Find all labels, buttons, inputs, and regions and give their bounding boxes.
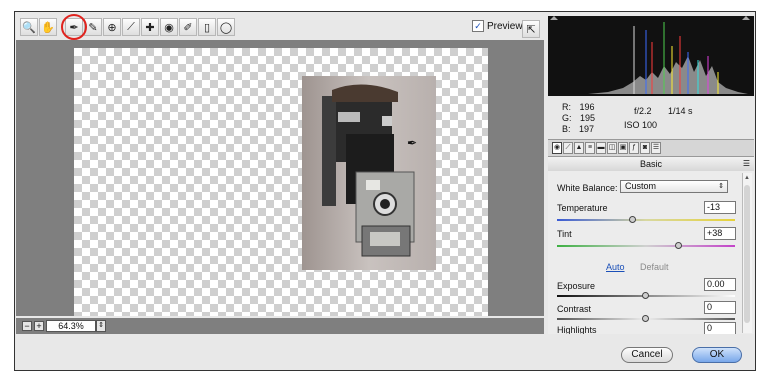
tint-slider[interactable] xyxy=(557,242,735,249)
tab-lens-corrections-icon[interactable]: ◫ xyxy=(607,142,617,154)
zoom-dropdown-icon[interactable]: ⇕ xyxy=(96,320,106,332)
histogram xyxy=(548,16,754,96)
panel-menu-icon[interactable]: ☰ xyxy=(743,157,750,171)
g-label: G: xyxy=(562,113,572,123)
zoom-out-button[interactable]: − xyxy=(22,321,32,331)
temperature-label: Temperature xyxy=(557,203,608,213)
temperature-slider[interactable] xyxy=(557,216,735,223)
preview-label: Preview xyxy=(487,20,523,32)
default-link[interactable]: Default xyxy=(640,262,669,272)
tab-tone-curve-icon[interactable]: ⟋ xyxy=(563,142,573,154)
tab-camera-calibration-icon[interactable]: ◙ xyxy=(640,142,650,154)
zoom-tool-icon[interactable]: 🔍 xyxy=(20,18,38,36)
contrast-label: Contrast xyxy=(557,304,592,314)
tool-bar: 🔍 ✋ ✒ ✎ ⊕ ⟋ ✚ ◉ ✐ ▯ ◯ xyxy=(16,14,544,40)
select-arrows-icon: ⇕ xyxy=(718,183,724,190)
eyedropper-cursor-icon: ✒ xyxy=(407,136,418,150)
contrast-slider-thumb[interactable] xyxy=(642,315,649,322)
exposure-slider-thumb[interactable] xyxy=(642,292,649,299)
panel-scrollbar[interactable]: ▲ xyxy=(742,173,752,333)
highlight-circle-icon xyxy=(61,14,87,40)
b-label: B: xyxy=(562,124,571,134)
red-eye-icon[interactable]: ◉ xyxy=(160,18,178,36)
zoom-in-button[interactable]: + xyxy=(34,321,44,331)
fullscreen-toggle-icon[interactable]: ⇱ xyxy=(522,20,540,38)
iso: ISO 100 xyxy=(624,120,658,130)
temperature-field[interactable]: -13 xyxy=(704,201,736,214)
camera-photo xyxy=(302,76,436,270)
aperture: f/2.2 xyxy=(634,106,652,116)
r-value: 196 xyxy=(579,102,595,112)
panel-title: Basic ☰ xyxy=(548,157,754,172)
tint-label: Tint xyxy=(557,229,572,239)
highlights-label: Highlights xyxy=(557,325,597,334)
exposure-field[interactable]: 0.00 xyxy=(704,278,736,291)
tab-effects-icon[interactable]: ▣ xyxy=(618,142,628,154)
temperature-slider-thumb[interactable] xyxy=(629,216,636,223)
b-value: 197 xyxy=(579,124,595,134)
spot-removal-icon[interactable]: ✚ xyxy=(141,18,159,36)
contrast-slider[interactable] xyxy=(557,315,735,322)
contrast-field[interactable]: 0 xyxy=(704,301,736,314)
ok-button[interactable]: OK xyxy=(692,347,742,363)
graduated-filter-icon[interactable]: ▯ xyxy=(198,18,216,36)
tab-fx-icon[interactable]: ƒ xyxy=(629,142,639,154)
tint-slider-thumb[interactable] xyxy=(675,242,682,249)
white-balance-label: White Balance: xyxy=(557,183,618,193)
zoom-bar: − + 64.3% ⇕ xyxy=(16,318,544,334)
tab-presets-icon[interactable]: ☰ xyxy=(651,142,661,154)
hand-tool-icon[interactable]: ✋ xyxy=(39,18,57,36)
zoom-level-field[interactable]: 64.3% xyxy=(46,320,96,332)
radial-filter-icon[interactable]: ◯ xyxy=(217,18,235,36)
preview-checkbox[interactable]: ✓ xyxy=(472,20,484,32)
tab-basic-icon[interactable]: ◉ xyxy=(552,142,562,154)
exposure-slider[interactable] xyxy=(557,292,735,299)
preview-toggle[interactable]: ✓ Preview xyxy=(472,20,523,32)
tab-hsl-icon[interactable]: ≡ xyxy=(585,142,595,154)
highlights-field[interactable]: 0 xyxy=(704,322,736,334)
tab-split-toning-icon[interactable]: ▬ xyxy=(596,142,606,154)
targeted-adjustment-icon[interactable]: ⊕ xyxy=(103,18,121,36)
g-value: 195 xyxy=(580,113,596,123)
tab-detail-icon[interactable]: ▲ xyxy=(574,142,584,154)
adjustment-brush-icon[interactable]: ✐ xyxy=(179,18,197,36)
white-balance-select[interactable]: Custom ⇕ xyxy=(620,180,728,193)
exposure-label: Exposure xyxy=(557,281,596,291)
image-preview-area: ✒ xyxy=(16,40,544,316)
scrollbar-thumb[interactable] xyxy=(744,185,750,323)
shutter-speed: 1/14 s xyxy=(668,106,693,116)
auto-link[interactable]: Auto xyxy=(606,262,625,272)
cancel-button[interactable]: Cancel xyxy=(621,347,673,363)
panel-tabs: ◉ ⟋ ▲ ≡ ▬ ◫ ▣ ƒ ◙ ☰ xyxy=(548,139,754,157)
straighten-icon[interactable]: ⟋ xyxy=(122,18,140,36)
transparency-checkerboard: ✒ xyxy=(74,48,488,316)
r-label: R: xyxy=(562,102,571,112)
basic-panel: White Balance: Custom ⇕ Temperature -13 … xyxy=(548,171,754,334)
right-panel: R: 196 G: 195 B: 197 f/2.2 1/14 s ISO 10… xyxy=(548,16,754,334)
tint-field[interactable]: +38 xyxy=(704,227,736,240)
